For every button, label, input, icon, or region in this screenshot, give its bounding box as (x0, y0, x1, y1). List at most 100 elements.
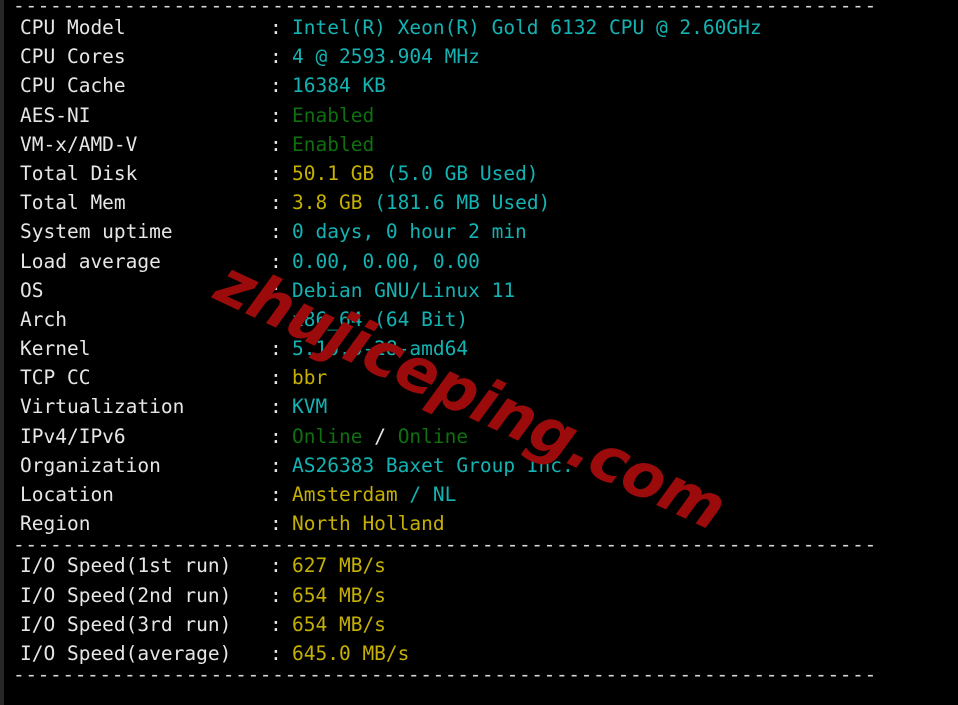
info-row: Kernel:5.10.0-28-amd64 (4, 334, 958, 363)
info-separator: : (270, 161, 282, 185)
info-label: Load average (20, 249, 161, 273)
info-row: CPU Cores:4 @ 2593.904 MHz (4, 42, 958, 71)
info-row: IPv4/IPv6: Online / Online (4, 422, 958, 451)
info-separator: : (270, 337, 282, 361)
info-separator: : (270, 307, 282, 331)
top-separator-rule: ----------------------------------------… (13, 0, 877, 13)
info-label: AES-NI (20, 103, 91, 127)
info-separator: : (270, 512, 282, 536)
info-label: VM-x/AMD-V (20, 132, 138, 156)
info-value: 654 MB/s (292, 583, 386, 607)
info-value: North Holland (292, 512, 445, 536)
info-value: KVM (292, 395, 328, 419)
info-value-tertiary: Online (397, 424, 469, 448)
info-label: I/O Speed(1st run) (20, 554, 232, 578)
info-row: Load average:0.00, 0.00, 0.00 (4, 247, 958, 276)
info-row: I/O Speed(average):645.0 MB/s (4, 639, 958, 668)
info-value: 3.8 GB (292, 191, 363, 215)
info-label: I/O Speed(average) (20, 641, 232, 665)
info-separator: : (270, 103, 282, 127)
info-row: CPU Model: Intel(R) Xeon(R) Gold 6132 CPU… (4, 13, 958, 42)
info-value: Enabled (292, 103, 375, 127)
info-value: AS26383 Baxet Group Inc. (292, 453, 574, 477)
info-label: Region (20, 512, 91, 536)
info-separator: : (270, 641, 282, 665)
info-row: Arch: x86_64 (64 Bit) (4, 305, 958, 334)
info-value: Enabled (292, 132, 375, 156)
info-label: Virtualization (20, 395, 185, 419)
info-separator: : (270, 366, 282, 390)
info-value: 0 days, 0 hour 2 min (292, 220, 527, 244)
info-value: Amsterdam (292, 483, 398, 506)
info-value: Intel(R) Xeon(R) Gold 6132 CPU @ 2.60GHz (292, 16, 762, 39)
info-row: I/O Speed(2nd run):654 MB/s (4, 581, 958, 610)
info-separator: : (270, 395, 282, 419)
info-label: OS (20, 278, 44, 302)
info-value: 627 MB/s (292, 554, 386, 578)
info-label: Total Mem (20, 191, 126, 215)
info-label: Organization (20, 453, 161, 477)
info-label: System uptime (20, 220, 173, 244)
info-label: Kernel (20, 337, 91, 361)
info-separator: : (270, 191, 282, 215)
info-row: Organization: AS26383 Baxet Group Inc. (4, 451, 958, 480)
info-separator: : (270, 132, 282, 156)
info-value: 0.00, 0.00, 0.00 (292, 249, 480, 273)
info-row: CPU Cache:16384 KB (4, 71, 958, 100)
info-label: CPU Cache (20, 74, 126, 98)
info-separator: : (270, 16, 282, 39)
info-label: Location (20, 483, 114, 506)
info-separator: : (270, 249, 282, 273)
info-label: Arch (20, 307, 67, 331)
info-value: 645.0 MB/s (292, 641, 410, 665)
info-row: Location: Amsterdam / NL (4, 480, 958, 509)
info-value: Debian GNU/Linux 11 (292, 278, 516, 302)
info-row: TCP CC: bbr (4, 363, 958, 392)
info-row: Total Disk:50.1 GB (5.0 GB Used) (4, 159, 958, 188)
info-value: x86_64 (64 Bit) (292, 307, 469, 331)
bottom-separator-rule: ----------------------------------------… (13, 668, 877, 682)
terminal-window: ----------------------------------------… (0, 0, 958, 705)
info-separator: : (270, 554, 282, 578)
info-value: 5.10.0-28-amd64 (292, 337, 469, 361)
info-label: TCP CC (20, 366, 91, 390)
info-separator: : (270, 278, 282, 302)
info-label: I/O Speed(3rd run) (20, 612, 232, 636)
info-value: 50.1 GB (292, 161, 375, 185)
system-info-section: CPU Model: Intel(R) Xeon(R) Gold 6132 CPU… (4, 13, 958, 538)
info-label: I/O Speed(2nd run) (20, 583, 232, 607)
info-value: 4 @ 2593.904 MHz (292, 45, 480, 69)
info-value-secondary: / NL (397, 483, 457, 506)
info-row: I/O Speed(3rd run):654 MB/s (4, 610, 958, 639)
io-speed-section: I/O Speed(1st run):627 MB/s I/O Speed(2nd… (4, 551, 958, 668)
terminal-output: ----------------------------------------… (4, 0, 958, 681)
info-row: VM-x/AMD-V: Enabled (4, 130, 958, 159)
info-row: Total Mem:3.8 GB (181.6 MB Used) (4, 188, 958, 217)
info-value: bbr (292, 366, 328, 390)
middle-separator-rule: ----------------------------------------… (13, 538, 877, 552)
info-separator: : (270, 45, 282, 69)
info-row: AES-NI: Enabled (4, 101, 958, 130)
info-separator: : (270, 612, 282, 636)
info-label: Total Disk (20, 161, 138, 185)
info-label: CPU Model (20, 16, 126, 39)
info-value: 16384 KB (292, 74, 386, 98)
info-row: Region: North Holland (4, 509, 958, 538)
info-value: 654 MB/s (292, 612, 386, 636)
info-separator: : (270, 583, 282, 607)
info-label: CPU Cores (20, 45, 126, 69)
info-separator: : (270, 74, 282, 98)
info-separator: : (270, 424, 282, 448)
info-value-secondary: / (362, 424, 398, 448)
info-label: IPv4/IPv6 (20, 424, 126, 448)
info-row: I/O Speed(1st run):627 MB/s (4, 551, 958, 580)
info-row: Virtualization: KVM (4, 392, 958, 421)
info-value-secondary: (181.6 MB Used) (362, 191, 551, 215)
info-row: OS: Debian GNU/Linux 11 (4, 276, 958, 305)
info-separator: : (270, 220, 282, 244)
info-separator: : (270, 483, 282, 506)
info-row: System uptime:0 days, 0 hour 2 min (4, 217, 958, 246)
info-value-secondary: (5.0 GB Used) (374, 161, 539, 185)
info-separator: : (270, 453, 282, 477)
info-value: Online (292, 424, 363, 448)
